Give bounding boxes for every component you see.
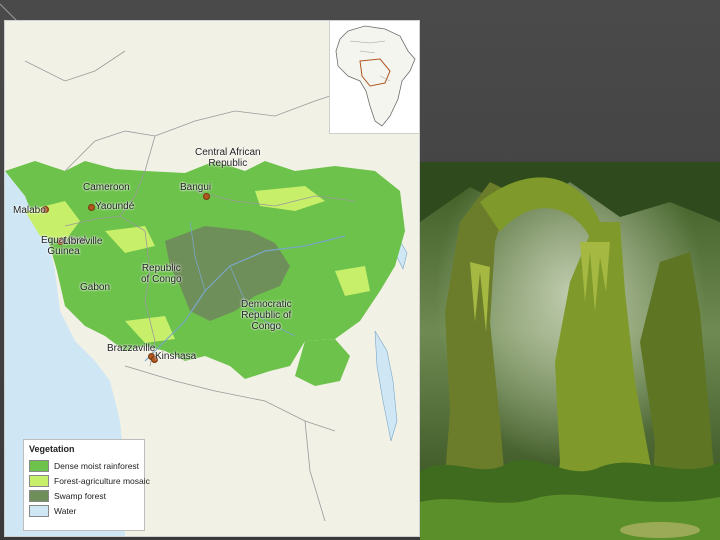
label-gabon: Gabon	[80, 282, 111, 293]
label-libreville: Libreville	[63, 236, 103, 247]
label-kinshasa: Kinshasa	[155, 351, 197, 362]
label-cameroon: Cameroon	[83, 182, 130, 193]
legend-item-swamp: Swamp forest	[29, 488, 139, 503]
legend-item-dense-rainforest: Dense moist rainforest	[29, 458, 139, 473]
label-republic-of-congo: Republic of Congo	[141, 263, 182, 285]
city-yaounde-marker	[88, 204, 95, 211]
legend-title: Vegetation	[29, 444, 75, 454]
mossy-trees-image	[420, 162, 720, 540]
legend-label: Dense moist rainforest	[54, 460, 140, 471]
city-bangui-marker	[203, 193, 210, 200]
label-bangui: Bangui	[180, 182, 212, 193]
label-yaounde: Yaoundé	[95, 201, 135, 212]
label-central-african-republic: Central African Republic	[195, 147, 261, 169]
rainforest-photo	[420, 162, 720, 540]
label-drc: Democratic Republic of Congo	[241, 299, 292, 332]
legend-swatch-mosaic	[29, 474, 49, 487]
map-legend: Vegetation Dense moist rainforest Forest…	[23, 439, 150, 531]
legend-swatch-dense-rainforest	[29, 459, 49, 472]
label-brazzaville: Brazzaville	[107, 343, 156, 354]
legend-swatch-swamp	[29, 489, 49, 502]
label-malabo: Malabo	[13, 205, 46, 216]
legend-label: Water	[54, 505, 77, 516]
legend-item-mosaic: Forest-agriculture mosaic	[29, 473, 150, 488]
legend-label: Forest-agriculture mosaic	[54, 475, 150, 486]
legend-item-water: Water	[29, 503, 139, 518]
legend-label: Swamp forest	[54, 490, 106, 501]
rainforest-map: Central African Republic Cameroon Bangui…	[4, 20, 420, 537]
legend-swatch-water	[29, 504, 49, 517]
africa-outline-icon	[335, 25, 416, 127]
africa-locator-inset	[329, 21, 419, 134]
